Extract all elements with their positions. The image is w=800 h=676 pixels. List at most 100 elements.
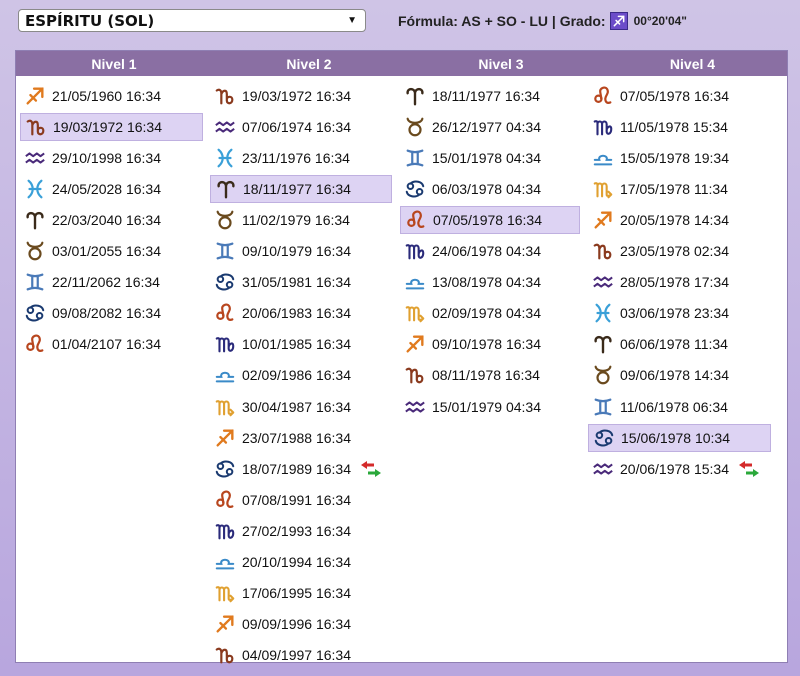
period-date: 02/09/1986 16:34 (242, 367, 351, 383)
period-date: 18/07/1989 16:34 (242, 461, 351, 477)
aquarius-icon (214, 116, 236, 138)
period-row[interactable]: 07/08/1991 16:34 (210, 486, 392, 514)
sagittarius-icon (404, 333, 426, 355)
period-row[interactable]: 03/01/2055 16:34 (20, 237, 203, 265)
period-row[interactable]: 17/06/1995 16:34 (210, 579, 392, 607)
period-row[interactable]: 30/04/1987 16:34 (210, 393, 392, 421)
period-row[interactable]: 07/05/1978 16:34 (588, 82, 771, 110)
period-row[interactable]: 18/11/1977 16:34 (210, 175, 392, 203)
period-row[interactable]: 23/11/1976 16:34 (210, 144, 392, 172)
aries-icon (592, 333, 614, 355)
pisces-icon (592, 302, 614, 324)
taurus-icon (24, 240, 46, 262)
period-date: 07/05/1978 16:34 (620, 88, 729, 104)
virgo-icon (214, 520, 236, 542)
period-row[interactable]: 19/03/1972 16:34 (20, 113, 203, 141)
period-row[interactable]: 24/06/1978 04:34 (400, 237, 580, 265)
top-bar: ESPÍRITU (SOL) ▼ Fórmula: AS + SO - LU |… (0, 0, 800, 44)
period-row[interactable]: 29/10/1998 16:34 (20, 144, 203, 172)
period-row[interactable]: 28/05/1978 17:34 (588, 268, 771, 296)
period-row[interactable]: 13/08/1978 04:34 (400, 268, 580, 296)
period-row[interactable]: 15/01/1979 04:34 (400, 393, 580, 421)
period-row[interactable]: 31/05/1981 16:34 (210, 268, 392, 296)
libra-icon (592, 147, 614, 169)
period-date: 08/11/1978 16:34 (432, 367, 540, 383)
cancer-icon (24, 302, 46, 324)
period-row[interactable]: 06/06/1978 11:34 (588, 330, 771, 358)
dropdown-arrow-icon[interactable]: ▼ (347, 15, 365, 26)
period-row[interactable]: 18/07/1989 16:34 (210, 455, 392, 483)
period-row[interactable]: 04/09/1997 16:34 (210, 641, 392, 669)
period-date: 15/05/1978 19:34 (620, 150, 729, 166)
period-row[interactable]: 27/02/1993 16:34 (210, 517, 392, 545)
period-row[interactable]: 15/06/1978 10:34 (588, 424, 771, 452)
virgo-icon (592, 116, 614, 138)
period-date: 03/01/2055 16:34 (52, 243, 161, 259)
period-date: 28/05/1978 17:34 (620, 274, 729, 290)
capricorn-icon (404, 364, 426, 386)
period-row[interactable]: 01/04/2107 16:34 (20, 330, 203, 358)
cancer-icon (404, 178, 426, 200)
period-row[interactable]: 09/08/2082 16:34 (20, 299, 203, 327)
period-row[interactable]: 09/06/1978 14:34 (588, 361, 771, 389)
period-row[interactable]: 26/12/1977 04:34 (400, 113, 580, 141)
taurus-icon (592, 364, 614, 386)
period-date: 18/11/1977 16:34 (432, 88, 540, 104)
period-row[interactable]: 20/06/1978 15:34 (588, 455, 771, 483)
capricorn-icon (214, 85, 236, 107)
pisces-icon (24, 178, 46, 200)
period-row[interactable]: 20/10/1994 16:34 (210, 548, 392, 576)
period-row[interactable]: 11/05/1978 15:34 (588, 113, 771, 141)
period-row[interactable]: 02/09/1978 04:34 (400, 299, 580, 327)
period-row[interactable]: 10/01/1985 16:34 (210, 330, 392, 358)
spirit-select-value: ESPÍRITU (SOL) (25, 11, 155, 30)
period-row[interactable]: 17/05/1978 11:34 (588, 175, 771, 203)
sagittarius-icon (214, 613, 236, 635)
period-row[interactable]: 07/05/1978 16:34 (400, 206, 580, 234)
cancer-icon (214, 458, 236, 480)
period-row[interactable]: 09/10/1979 16:34 (210, 237, 392, 265)
period-row[interactable]: 22/03/2040 16:34 (20, 206, 203, 234)
leo-icon (592, 85, 614, 107)
header-nivel-4: Nivel 4 (669, 56, 716, 72)
period-row[interactable]: 11/06/1978 06:34 (588, 393, 771, 421)
gemini-icon (24, 271, 46, 293)
period-date: 09/10/1978 16:34 (432, 336, 541, 352)
period-row[interactable]: 11/02/1979 16:34 (210, 206, 392, 234)
period-date: 31/05/1981 16:34 (242, 274, 351, 290)
scorpio-icon (214, 582, 236, 604)
period-row[interactable]: 03/06/1978 23:34 (588, 299, 771, 327)
period-row[interactable]: 06/03/1978 04:34 (400, 175, 580, 203)
period-row[interactable]: 20/05/1978 14:34 (588, 206, 771, 234)
period-row[interactable]: 20/06/1983 16:34 (210, 299, 392, 327)
leo-icon (214, 489, 236, 511)
grado-value: 00°20'04" (633, 14, 687, 28)
period-row[interactable]: 24/05/2028 16:34 (20, 175, 203, 203)
period-row[interactable]: 21/05/1960 16:34 (20, 82, 203, 110)
period-date: 01/04/2107 16:34 (52, 336, 161, 352)
taurus-icon (404, 116, 426, 138)
swap-arrows-icon (737, 460, 761, 478)
period-row[interactable]: 09/09/1996 16:34 (210, 610, 392, 638)
period-date: 03/06/1978 23:34 (620, 305, 729, 321)
period-row[interactable]: 15/01/1978 04:34 (400, 144, 580, 172)
period-row[interactable]: 15/05/1978 19:34 (588, 144, 771, 172)
period-row[interactable]: 02/09/1986 16:34 (210, 361, 392, 389)
header-nivel-3: Nivel 3 (478, 56, 524, 72)
period-row[interactable]: 23/07/1988 16:34 (210, 424, 392, 452)
period-date: 29/10/1998 16:34 (52, 150, 161, 166)
period-date: 06/06/1978 11:34 (620, 336, 728, 352)
period-row[interactable]: 07/06/1974 16:34 (210, 113, 392, 141)
scorpio-icon (592, 178, 614, 200)
period-date: 07/06/1974 16:34 (242, 119, 351, 135)
spirit-select[interactable]: ESPÍRITU (SOL) ▼ (18, 9, 366, 32)
period-row[interactable]: 08/11/1978 16:34 (400, 361, 580, 389)
period-row[interactable]: 18/11/1977 16:34 (400, 82, 580, 110)
period-row[interactable]: 22/11/2062 16:34 (20, 268, 203, 296)
aries-icon (215, 178, 237, 200)
period-row[interactable]: 23/05/1978 02:34 (588, 237, 771, 265)
period-row[interactable]: 09/10/1978 16:34 (400, 330, 580, 358)
period-date: 11/06/1978 06:34 (620, 399, 728, 415)
period-row[interactable]: 19/03/1972 16:34 (210, 82, 392, 110)
period-date: 20/05/1978 14:34 (620, 212, 729, 228)
